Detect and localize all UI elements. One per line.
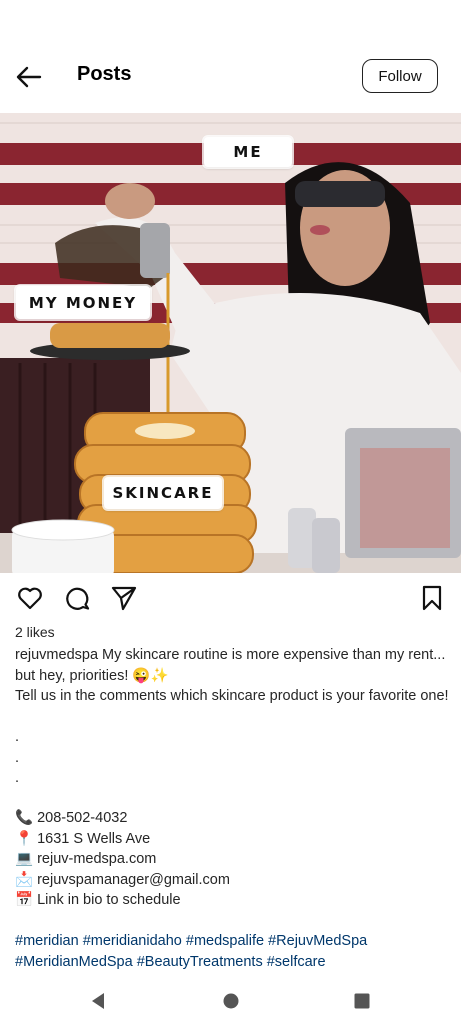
laptop-icon: 💻 — [15, 851, 34, 867]
caption-username[interactable]: rejuvmedspa — [15, 647, 98, 663]
post-actions — [0, 584, 461, 614]
hashtags[interactable]: #meridian #meridianidaho #medspalife #Re… — [15, 931, 455, 972]
contact-website: 💻 rejuv-medspa.com — [15, 849, 450, 870]
like-heart-icon[interactable] — [16, 584, 44, 612]
contact-phone: 📞 208-502-4032 — [15, 808, 450, 829]
post-photo-illustration — [0, 113, 461, 573]
likes-count[interactable]: 2 likes — [15, 624, 55, 640]
nav-home-icon[interactable] — [220, 990, 242, 1012]
sticker-me: ME — [204, 137, 292, 167]
system-navigation-bar — [0, 982, 461, 1024]
comment-icon[interactable] — [63, 584, 91, 612]
nav-recents-icon[interactable] — [351, 990, 373, 1012]
page-title: Posts — [77, 63, 132, 85]
post-image[interactable]: ME MY MONEY SKINCARE — [0, 113, 461, 573]
sticker-my-money: MY MONEY — [16, 286, 150, 319]
envelope-icon: 📩 — [15, 871, 34, 888]
calendar-icon: 📅 — [15, 892, 34, 908]
contact-address: 📍 1631 S Wells Ave — [15, 829, 450, 850]
contact-schedule-text: Link in bio to schedule — [37, 892, 181, 908]
contact-email: 📩 rejuvspamanager@gmail.com — [15, 870, 450, 891]
nav-back-icon[interactable] — [88, 990, 110, 1012]
save-bookmark-icon[interactable] — [418, 584, 446, 612]
caption-text: My skincare routine is more expensive th… — [15, 647, 449, 786]
top-app-bar: Posts Follow — [0, 52, 461, 102]
contact-schedule: 📅 Link in bio to schedule — [15, 890, 450, 911]
follow-button[interactable]: Follow — [362, 59, 438, 93]
phone-icon: 📞 — [15, 810, 34, 826]
back-arrow-icon[interactable] — [14, 62, 44, 92]
contact-email-text: rejuvspamanager@gmail.com — [37, 871, 230, 888]
sticker-skincare: SKINCARE — [104, 477, 222, 509]
contact-website-text: rejuv-medspa.com — [37, 851, 157, 867]
contact-list: 📞 208-502-4032 📍 1631 S Wells Ave 💻 reju… — [15, 808, 450, 911]
contact-address-text: 1631 S Wells Ave — [37, 830, 151, 847]
pin-icon: 📍 — [15, 830, 34, 847]
contact-phone-text: 208-502-4032 — [37, 810, 128, 826]
post-caption: rejuvmedspa My skincare routine is more … — [15, 645, 450, 789]
share-send-icon[interactable] — [110, 584, 138, 612]
